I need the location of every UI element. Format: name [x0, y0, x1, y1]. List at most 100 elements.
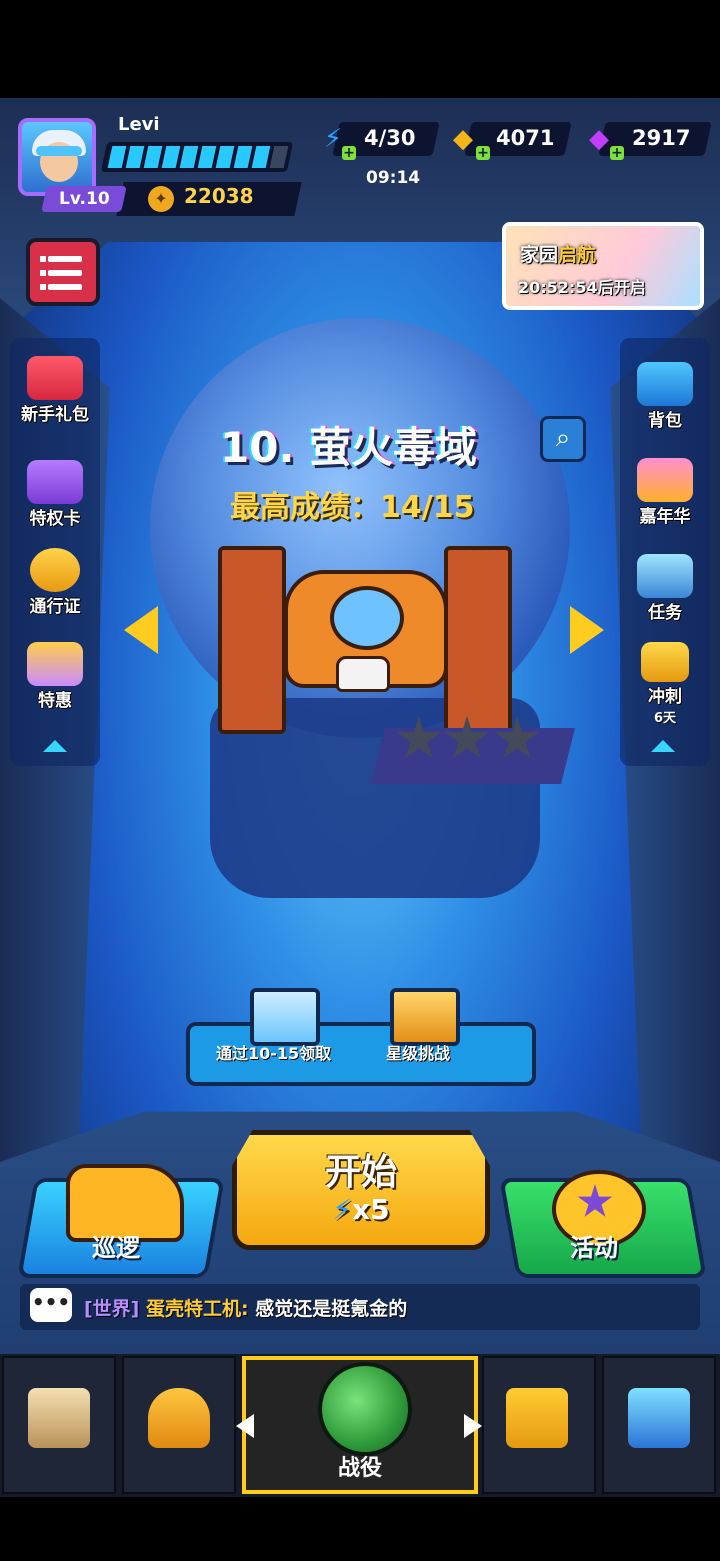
player-name: Levi [118, 114, 160, 135]
menu-line [48, 256, 82, 262]
storage-locker-icon [28, 1388, 90, 1448]
energy-add-icon[interactable]: + [342, 146, 356, 160]
side-item-label: 任务 [648, 603, 682, 623]
best-score: 最高成绩：14/15 [230, 490, 475, 525]
xp-segment [233, 146, 253, 168]
task-icon [637, 554, 693, 598]
right-panel-collapse-icon[interactable] [651, 740, 675, 752]
side-item-label: 特惠 [38, 691, 72, 711]
chat-message: [世界] 蛋壳特工机: 感觉还是挺氪金的 [84, 1294, 407, 1321]
side-item-backpack[interactable]: 背包 [620, 362, 710, 431]
side-item-label: 冲刺 [648, 687, 682, 707]
side-item-carnival[interactable]: 嘉年华 [620, 458, 710, 527]
status-bar-area [0, 0, 720, 98]
next-stage-arrow-icon[interactable] [570, 606, 604, 654]
start-button[interactable]: 开始 ⚡x5 [232, 1130, 490, 1250]
power-icon: ✦ [148, 186, 174, 212]
side-item-tasks[interactable]: 任务 [620, 554, 710, 623]
trophy-icon [641, 642, 689, 682]
energy-timer: 09:14 [366, 168, 421, 188]
xp-segment [179, 146, 199, 168]
boss-left-cannon [218, 546, 286, 734]
side-item-label: 嘉年华 [639, 507, 691, 527]
chat-text: 感觉还是挺氪金的 [255, 1298, 408, 1320]
home-launch-event-card[interactable]: 家园启航 20:52:54后开启 [502, 222, 704, 310]
energy-bolt-icon: ⚡ [332, 1193, 353, 1226]
side-item-label: 背包 [648, 411, 682, 431]
menu-list-icon [40, 256, 46, 262]
start-label: 开始 [324, 1152, 397, 1193]
gem-add-icon[interactable]: + [610, 146, 624, 160]
side-item-special-offer[interactable]: 特惠 [10, 642, 100, 711]
menu-line [48, 284, 82, 290]
event-label: 活动 [570, 1234, 618, 1262]
stage-detail-search-button[interactable]: ⌕ [540, 416, 586, 462]
home-event-title: 家园启航 [520, 240, 596, 267]
start-cost-value: x5 [352, 1193, 390, 1226]
game-scene: Levi Lv.10 ✦ 22038 ⚡ + 4/30 09:14 ◆ + 40… [0, 98, 720, 1497]
gold-value: 4071 [496, 126, 555, 150]
chat-channel: [世界] [84, 1298, 140, 1320]
prev-stage-arrow-icon[interactable] [124, 606, 158, 654]
side-item-label: 特权卡 [29, 509, 81, 529]
side-item-label: 新手礼包 [21, 405, 89, 425]
level-badge: Lv.10 [41, 186, 127, 212]
clear-reward-label: 通过10-15领取 [216, 1044, 332, 1063]
patrol-label: 巡逻 [92, 1234, 140, 1262]
xp-segment [269, 146, 289, 168]
xp-segment [161, 146, 181, 168]
avatar[interactable] [18, 118, 96, 196]
gift-box-icon [27, 356, 83, 400]
boss-skull-icon [336, 656, 390, 692]
side-item-battle-pass[interactable]: 通行证 [10, 548, 100, 617]
power-value: 22038 [184, 184, 254, 208]
chip-icon [506, 1388, 568, 1448]
star-challenge-label: 星级挑战 [386, 1044, 451, 1063]
gold-add-icon[interactable]: + [476, 146, 490, 160]
globe-icon [318, 1362, 412, 1456]
level-label: Lv.10 [58, 189, 110, 209]
side-item-sprint[interactable]: 冲刺 6天 [620, 642, 710, 726]
boss-right-cannon [444, 546, 512, 734]
stage-title: 10. 萤火毒域 [220, 423, 478, 472]
aircraft-icon [148, 1388, 210, 1448]
star-challenge-chest-icon[interactable] [390, 988, 460, 1046]
side-item-sublabel: 6天 [653, 711, 677, 726]
carnival-icon [637, 458, 693, 502]
xp-segment [197, 146, 217, 168]
magnifier-icon: ⌕ [555, 423, 571, 453]
menu-dot [40, 284, 46, 290]
chat-bubble-icon[interactable]: ••• [30, 1288, 72, 1322]
gold-coin-icon: ◆ [453, 124, 473, 154]
home-event-title-part2: 启航 [558, 244, 597, 266]
tower-icon [628, 1388, 690, 1448]
home-event-title-part1: 家园 [520, 244, 559, 266]
backpack-icon [637, 362, 693, 406]
nav-next-icon[interactable] [464, 1414, 482, 1438]
xp-segment [251, 146, 271, 168]
battle-pass-icon [30, 548, 80, 592]
main-menu-button[interactable] [26, 238, 100, 306]
energy-value: 4/30 [364, 126, 416, 150]
xp-segment [215, 146, 235, 168]
clear-reward-chest-icon[interactable] [250, 988, 320, 1046]
side-item-privilege-card[interactable]: 特权卡 [10, 460, 100, 529]
left-panel-collapse-icon[interactable] [43, 740, 67, 752]
home-event-countdown: 20:52:54后开启 [518, 278, 646, 297]
start-cost: ⚡x5 [237, 1193, 485, 1226]
privilege-card-icon [27, 460, 83, 504]
xp-segment [125, 146, 145, 168]
xp-segment [107, 146, 127, 168]
xp-segment [143, 146, 163, 168]
side-item-label: 通行证 [29, 597, 81, 617]
chat-user: 蛋壳特工机: [146, 1298, 249, 1320]
avatar-goggles [36, 146, 82, 156]
boss-cockpit [330, 586, 404, 650]
navigation-bar-area [0, 1497, 720, 1561]
nav-active-label: 战役 [337, 1456, 382, 1481]
nav-prev-icon[interactable] [236, 1414, 254, 1438]
side-item-newbie-pack[interactable]: 新手礼包 [10, 356, 100, 425]
menu-line [48, 270, 82, 276]
xp-bar [100, 142, 294, 172]
gem-value: 2917 [632, 126, 691, 150]
